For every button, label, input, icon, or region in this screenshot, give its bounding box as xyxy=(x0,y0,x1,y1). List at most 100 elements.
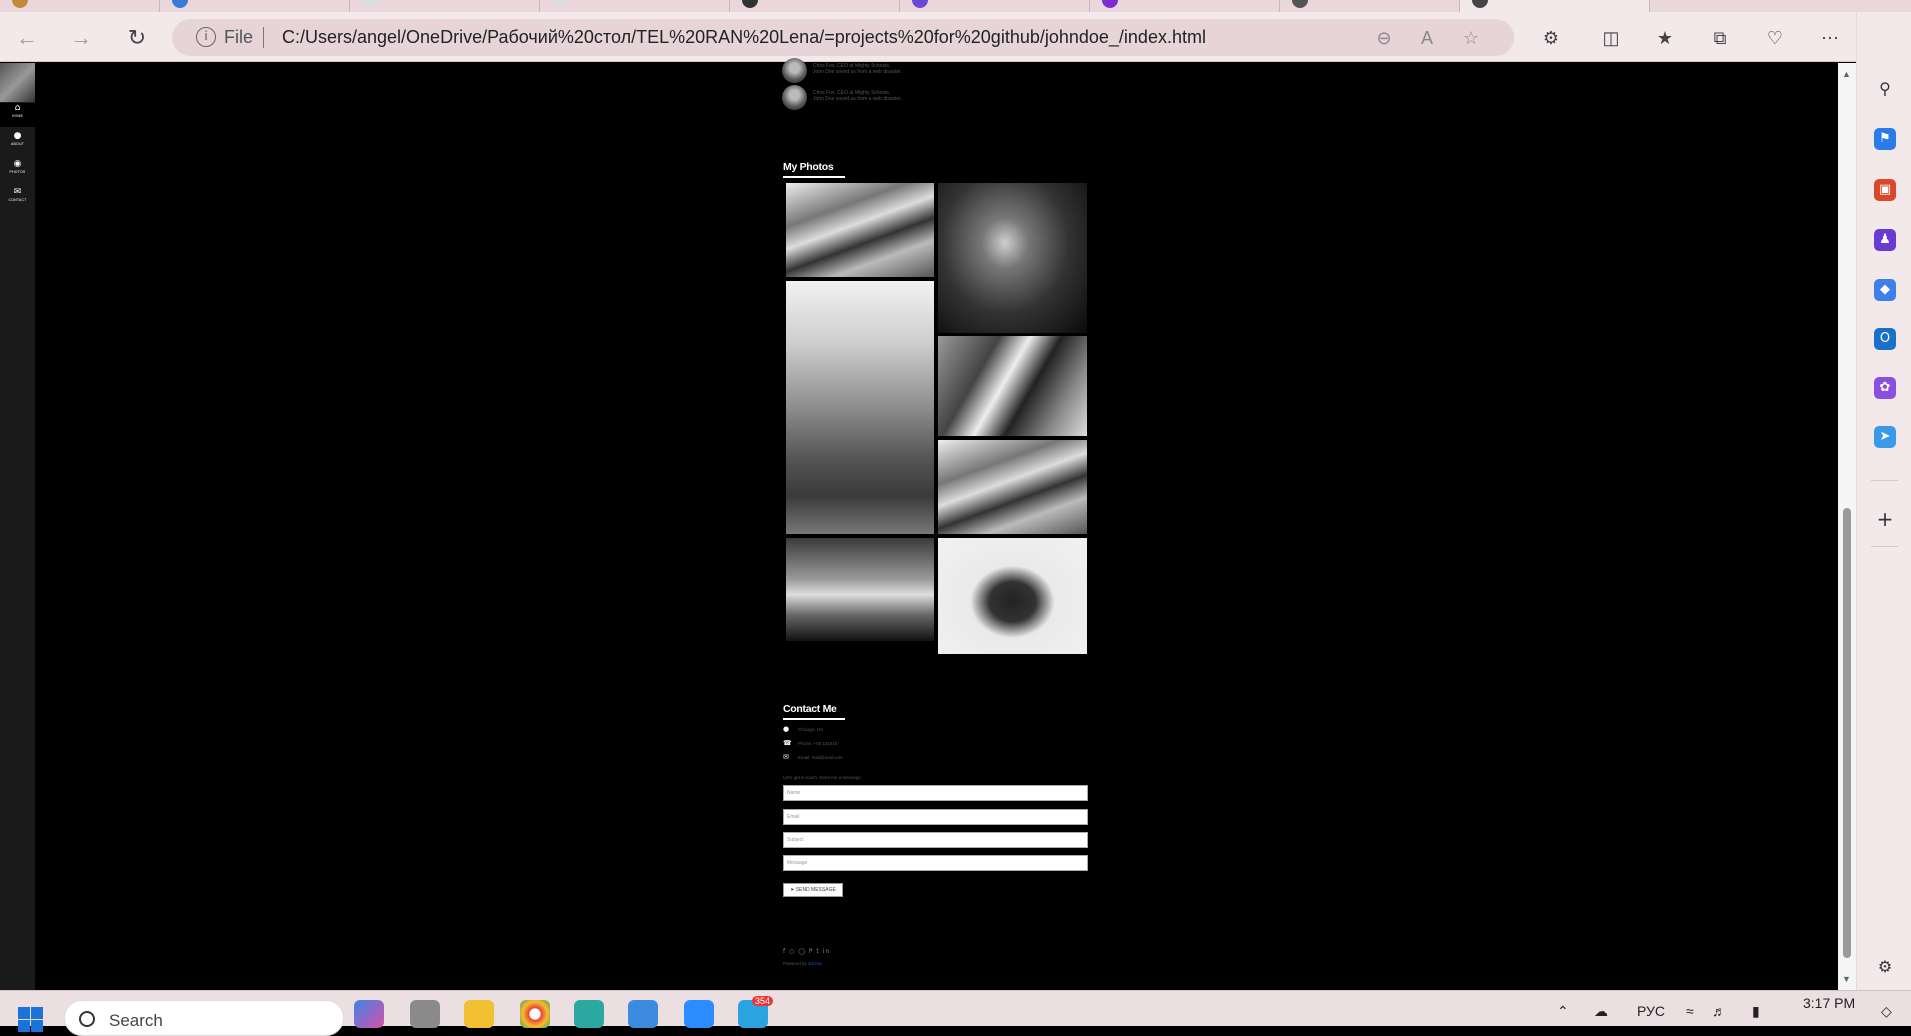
photo-typewriter[interactable] xyxy=(938,538,1087,654)
pinterest-icon[interactable]: P xyxy=(809,948,814,955)
tab-strip xyxy=(0,0,1911,12)
instagram-icon[interactable]: ○ xyxy=(789,948,795,955)
chevron-up-icon[interactable]: ⌃ xyxy=(1557,1003,1569,1020)
twitter-icon[interactable]: t xyxy=(816,948,819,955)
powered-prefix: Powered by xyxy=(783,961,807,966)
tab[interactable] xyxy=(1280,0,1460,12)
clock[interactable]: 3:17 PM xyxy=(1803,995,1855,1011)
browser-toolbar: ← → ↻ i File C:/Users/angel/OneDrive/Раб… xyxy=(0,12,1911,62)
toolbox-icon[interactable]: ▣ xyxy=(1874,179,1896,201)
scroll-down-icon[interactable]: ▼ xyxy=(1842,974,1851,984)
zoom-icon[interactable] xyxy=(684,1000,714,1028)
add-icon[interactable]: + xyxy=(1874,508,1896,530)
home-icon: ⌂ xyxy=(14,103,21,113)
testimonial-quote: John Doe saved us from a web disaster. xyxy=(813,96,902,102)
scrollbar-thumb[interactable] xyxy=(1843,508,1851,958)
tab[interactable] xyxy=(350,0,540,12)
settings-app-icon[interactable] xyxy=(410,1000,440,1028)
more-icon[interactable]: ⋯ xyxy=(1815,24,1845,52)
photo-underwater[interactable] xyxy=(938,183,1087,333)
user-icon: ● xyxy=(13,131,22,141)
windows-start-icon[interactable] xyxy=(18,1007,44,1033)
photo-bus-window[interactable] xyxy=(938,440,1087,534)
email-field[interactable]: Email xyxy=(783,809,1088,825)
code-editor-icon[interactable] xyxy=(628,1000,658,1028)
designer-icon[interactable]: ✿ xyxy=(1874,377,1896,399)
file-explorer-icon[interactable] xyxy=(464,1000,494,1028)
browser-essentials-icon[interactable]: ♡ xyxy=(1760,24,1790,52)
tab[interactable] xyxy=(900,0,1090,12)
games-icon[interactable]: ♟ xyxy=(1874,229,1896,251)
outlook-icon[interactable]: O xyxy=(1874,328,1896,350)
taskbar-search[interactable]: Search xyxy=(64,1000,344,1036)
tab[interactable] xyxy=(160,0,350,12)
send-message-button[interactable]: ➤ SEND MESSAGE xyxy=(783,883,843,897)
facebook-icon[interactable]: f xyxy=(783,948,786,955)
send-icon[interactable]: ➤ xyxy=(1874,426,1896,448)
tab-active[interactable] xyxy=(1460,0,1650,12)
reload-icon[interactable]: ↻ xyxy=(122,24,152,52)
title-underline xyxy=(783,718,845,720)
tab[interactable] xyxy=(730,0,900,12)
chrome-icon[interactable] xyxy=(520,1000,550,1028)
search-icon xyxy=(79,1011,95,1027)
split-screen-icon[interactable]: ◫ xyxy=(1596,24,1626,52)
snapchat-icon[interactable]: ◯ xyxy=(798,948,806,955)
photos-title: My Photos xyxy=(783,161,834,173)
sidebar-item-photos[interactable]: ◉ PHOTOS xyxy=(0,159,35,183)
info-icon[interactable]: i xyxy=(196,27,216,47)
microsoft365-icon[interactable]: ◆ xyxy=(1874,279,1896,301)
gear-icon[interactable]: ⚙ xyxy=(1874,956,1896,978)
address-bar[interactable]: i File C:/Users/angel/OneDrive/Рабочий%2… xyxy=(172,19,1514,56)
send-button-label: SEND MESSAGE xyxy=(795,887,836,893)
tab[interactable] xyxy=(0,0,160,12)
notifications-icon[interactable]: ◇ xyxy=(1881,1003,1892,1020)
tab[interactable] xyxy=(540,0,730,12)
divider xyxy=(1871,480,1898,481)
copilot-app-icon[interactable] xyxy=(354,1000,384,1028)
puzzle-icon[interactable]: ⚙ xyxy=(1536,24,1566,52)
photo-canyon[interactable] xyxy=(786,281,934,534)
linkedin-icon[interactable]: in xyxy=(823,948,830,955)
powered-link[interactable]: w3.css xyxy=(808,961,822,966)
subject-field[interactable]: Subject xyxy=(783,832,1088,848)
address-url[interactable]: C:/Users/angel/OneDrive/Рабочий%20стол/T… xyxy=(282,27,1206,48)
volume-icon[interactable]: ♬ xyxy=(1712,1003,1726,1019)
read-aloud-icon[interactable]: A xyxy=(1415,26,1439,50)
contact-email-text: Email: mail@mail.com xyxy=(798,755,843,760)
back-arrow-icon[interactable]: ← xyxy=(12,24,42,52)
edge-icon[interactable] xyxy=(574,1000,604,1028)
star-icon[interactable]: ☆ xyxy=(1459,26,1483,50)
photo-bus-window[interactable] xyxy=(786,183,934,277)
onedrive-icon[interactable]: ☁ xyxy=(1594,1003,1608,1020)
envelope-icon: ✉ xyxy=(783,753,789,761)
favorites-icon[interactable]: ★ xyxy=(1650,24,1680,52)
photo-sea-fog[interactable] xyxy=(786,538,934,641)
avatar xyxy=(782,58,807,83)
shopping-tag-icon[interactable]: ⚑ xyxy=(1874,128,1896,150)
sidebar-item-about[interactable]: ● ABOUT xyxy=(0,131,35,155)
language-indicator[interactable]: РУС xyxy=(1637,1003,1665,1019)
wifi-icon[interactable]: ≈ xyxy=(1686,1003,1694,1019)
sidebar-item-contact[interactable]: ✉ CONTACT xyxy=(0,187,35,211)
message-field[interactable]: Message xyxy=(783,855,1088,871)
name-field[interactable]: Name xyxy=(783,785,1088,801)
testimonial-quote: John Doe saved us from a web disaster. xyxy=(813,69,902,75)
address-scheme-label: File xyxy=(224,27,254,47)
photo-chef[interactable] xyxy=(938,336,1087,436)
forward-arrow-icon[interactable]: → xyxy=(66,24,96,52)
sidebar-item-home[interactable]: ⌂ HOME xyxy=(0,103,35,127)
page-scrollbar[interactable]: ▲ ▼ xyxy=(1838,63,1856,990)
telegram-icon[interactable]: 354 xyxy=(738,996,774,1028)
avatar xyxy=(782,85,807,110)
search-icon[interactable]: ⚲ xyxy=(1874,78,1896,100)
eye-icon: ◉ xyxy=(13,159,22,169)
divider xyxy=(1871,546,1898,547)
tab[interactable] xyxy=(1090,0,1280,12)
collections-icon[interactable]: ⧉ xyxy=(1705,24,1735,52)
address-separator xyxy=(263,27,264,48)
battery-icon[interactable]: ▮ xyxy=(1752,1003,1760,1020)
contact-intro: Let's get in touch. Send me a message: xyxy=(783,775,862,780)
scroll-up-icon[interactable]: ▲ xyxy=(1842,69,1851,79)
zoom-out-icon[interactable]: ⊖ xyxy=(1372,26,1396,50)
